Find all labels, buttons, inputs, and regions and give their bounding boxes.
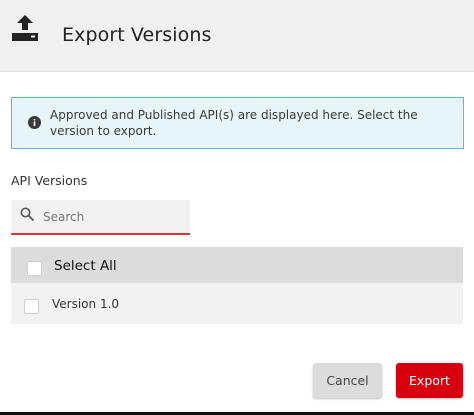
cancel-button[interactable]: Cancel — [313, 363, 382, 398]
select-all-row[interactable]: Select All — [11, 247, 463, 283]
export-button[interactable]: Export — [396, 363, 463, 398]
search-icon — [20, 207, 34, 221]
version-label: Version 1.0 — [52, 297, 120, 311]
api-versions-label: API Versions — [11, 173, 88, 188]
export-versions-dialog: Export Versions Approved and Published A… — [0, 0, 474, 415]
info-message-box: Approved and Published API(s) are displa… — [11, 97, 464, 149]
search-box — [11, 200, 190, 235]
select-all-label: Select All — [54, 258, 117, 274]
dialog-header: Export Versions — [0, 0, 474, 72]
info-circle-icon — [28, 116, 41, 129]
select-all-checkbox[interactable] — [27, 261, 42, 276]
search-input[interactable] — [43, 206, 183, 228]
dialog-title: Export Versions — [62, 24, 212, 46]
list-item[interactable]: Version 1.0 — [11, 283, 463, 324]
info-message-text: Approved and Published API(s) are displa… — [50, 108, 418, 138]
version-checkbox[interactable] — [24, 299, 39, 314]
upload-tray-icon — [12, 15, 38, 41]
